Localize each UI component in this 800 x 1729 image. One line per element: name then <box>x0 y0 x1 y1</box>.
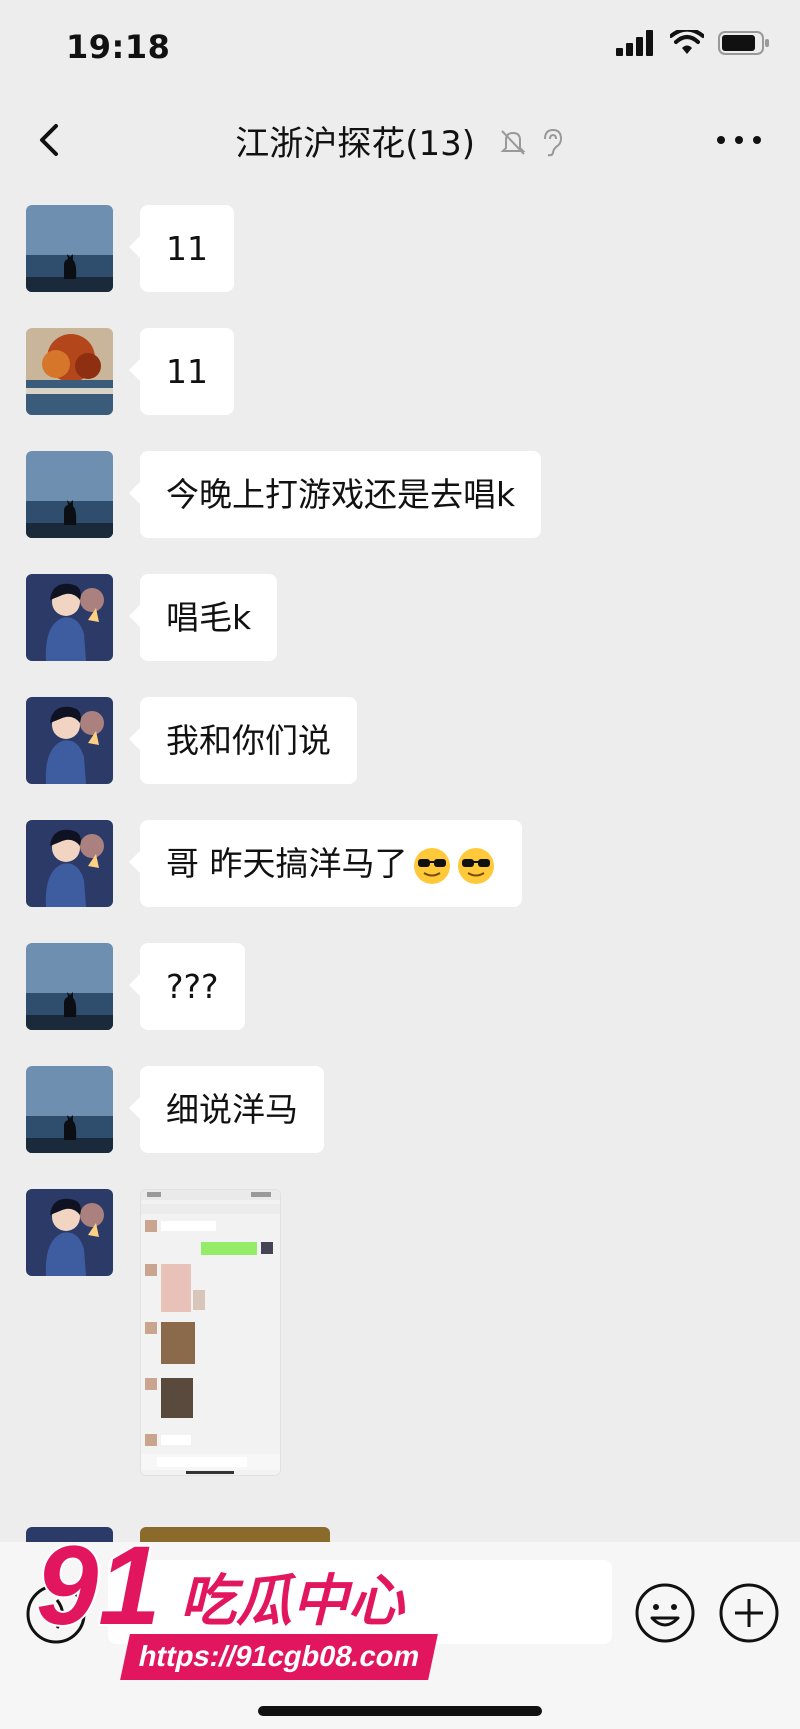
chat-title: 江浙沪探花(13) <box>0 116 800 166</box>
message-text: 今晚上打游戏还是去唱k <box>166 475 516 514</box>
status-bar: 19:18 <box>0 0 800 96</box>
message-bubble[interactable]: 今晚上打游戏还是去唱k <box>128 451 542 538</box>
message-text: 唱毛k <box>166 598 252 637</box>
ear-icon <box>543 128 562 156</box>
home-indicator <box>258 1706 542 1716</box>
chat-screenshot-image[interactable] <box>140 1189 281 1476</box>
cellular-signal-icon <box>616 30 653 56</box>
message-text: 11 <box>166 352 208 391</box>
message-bubble[interactable]: 11 <box>129 328 234 415</box>
message-text: 细说洋马 <box>166 1090 298 1129</box>
status-time: 19:18 <box>66 28 171 66</box>
message-bubble[interactable]: 唱毛k <box>128 574 278 661</box>
message-text: 我和你们说 <box>166 721 331 760</box>
message-bubble[interactable]: ??? <box>129 943 245 1030</box>
message-text: ??? <box>166 967 219 1006</box>
mute-bell-icon <box>500 129 526 155</box>
avatar-anime-character[interactable] <box>26 697 113 784</box>
watermark-url: https://91cgb08.com <box>120 1634 439 1680</box>
emoji-face-icon[interactable] <box>634 1582 696 1644</box>
watermark-logo: 91 吃瓜中心 https://91cgb08.com <box>30 1521 450 1682</box>
avatar-cat-sea[interactable] <box>26 205 113 292</box>
avatar-cat-sea[interactable] <box>26 943 113 1030</box>
avatar-cat-sea[interactable] <box>26 1066 113 1153</box>
avatar-anime-character[interactable] <box>26 574 113 661</box>
more-options-icon[interactable] <box>704 110 774 170</box>
message-bubble[interactable]: 细说洋马 <box>129 1066 324 1153</box>
add-plus-icon[interactable] <box>718 1582 780 1644</box>
watermark-brand: 吃瓜中心 <box>180 1569 406 1634</box>
wifi-icon <box>670 30 704 54</box>
message-bubble[interactable]: 哥 昨天搞洋马了 <box>129 820 522 907</box>
avatar-cat-sea[interactable] <box>26 451 113 538</box>
watermark-number: 91 <box>36 1532 161 1642</box>
status-icons <box>616 30 770 56</box>
avatar-anime-character[interactable] <box>26 1189 113 1276</box>
watermark-logo-graphic: 91 吃瓜中心 <box>34 1521 408 1650</box>
message-bubble[interactable]: 11 <box>129 205 234 292</box>
battery-icon <box>718 31 769 55</box>
message-bubble[interactable]: 我和你们说 <box>129 697 357 784</box>
chat-header: 江浙沪探花(13) <box>0 96 800 184</box>
sunglasses-emoji-icon <box>413 847 450 884</box>
message-text: 11 <box>166 229 208 268</box>
message-text: 哥 昨天搞洋马了 <box>166 844 408 883</box>
avatar-autumn-tree[interactable] <box>26 328 113 415</box>
group-name: 江浙沪探花(13) <box>235 124 476 164</box>
sunglasses-emoji-icon <box>457 847 494 884</box>
avatar-anime-character[interactable] <box>26 820 113 907</box>
